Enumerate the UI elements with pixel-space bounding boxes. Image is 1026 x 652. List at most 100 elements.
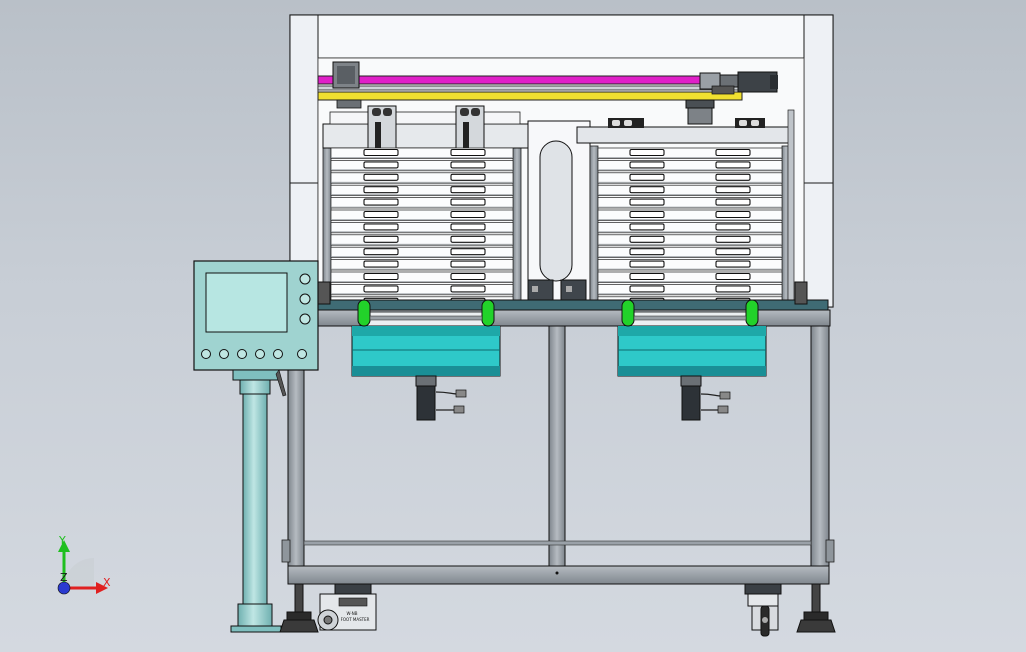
stacked-tray: [330, 172, 514, 184]
tray-handle: [363, 260, 399, 268]
tray-handle: [450, 223, 486, 231]
tray-handle: [629, 272, 665, 281]
tray-handle: [450, 161, 486, 169]
tray-handle: [629, 223, 665, 231]
tray-handle: [450, 186, 486, 194]
axis-label-z: Z: [60, 571, 68, 584]
tray-handle: [715, 186, 751, 194]
tray-handle: [715, 198, 751, 206]
caster-right: [744, 583, 782, 637]
leveling-foot-left: [279, 583, 319, 633]
tray-handle: [629, 260, 665, 268]
axis-label-y: Y: [58, 534, 66, 547]
tray-handle: [715, 223, 751, 231]
stacked-tray: [330, 222, 514, 234]
rail-end-block-left: [332, 61, 362, 109]
caster-label-bottom: FOOT MASTER: [341, 617, 370, 622]
panel-bottom-button[interactable]: [255, 349, 265, 359]
stacked-tray: [330, 271, 514, 283]
stacked-tray: [597, 209, 783, 221]
axis-label-x: X: [103, 576, 111, 589]
tray-handle: [715, 248, 751, 256]
tray-handle: [363, 272, 399, 281]
tray-handle: [629, 148, 665, 157]
panel-bottom-button[interactable]: [201, 349, 211, 359]
panel-side-button[interactable]: [299, 313, 311, 325]
tray-handle: [629, 248, 665, 256]
rail-drive-motor: [699, 71, 778, 95]
panel-support-post: [230, 369, 287, 633]
tray-handle: [450, 173, 486, 181]
tray-stack-left: [322, 105, 529, 308]
panel-bottom-button[interactable]: [237, 349, 247, 359]
panel-bottom-button[interactable]: [219, 349, 229, 359]
tray-handle: [450, 148, 486, 157]
tray-handle: [715, 173, 751, 181]
tray-handle: [363, 173, 399, 181]
panel-side-button[interactable]: [299, 273, 311, 285]
center-bracket: [527, 120, 591, 303]
stacked-tray: [597, 147, 783, 159]
panel-side-button[interactable]: [299, 293, 311, 305]
tray-handle: [450, 248, 486, 256]
stacked-tray: [597, 172, 783, 184]
tray-handle: [363, 235, 399, 243]
stacked-tray: [597, 222, 783, 234]
lift-motor-left: [415, 375, 467, 421]
stacked-tray: [330, 147, 514, 159]
stacked-tray: [597, 197, 783, 209]
tray-handle: [715, 285, 751, 293]
stacked-tray: [330, 184, 514, 196]
stacked-tray: [330, 246, 514, 258]
caster-left: W-NB FOOT MASTER: [317, 583, 377, 631]
tray-handle: [363, 186, 399, 194]
stacked-tray: [330, 259, 514, 271]
stacked-tray: [597, 284, 783, 296]
tray-handle: [363, 210, 399, 219]
tray-handle: [629, 173, 665, 181]
tray-handle: [715, 235, 751, 243]
touchscreen-control-panel-icon: [193, 260, 319, 371]
tray-handle: [715, 272, 751, 281]
lift-motor-right: [680, 375, 731, 421]
panel-bottom-button[interactable]: [273, 349, 283, 359]
stacked-tray: [330, 197, 514, 209]
stacked-tray: [597, 259, 783, 271]
tray-handle: [450, 272, 486, 281]
stacked-tray: [597, 184, 783, 196]
stacked-tray: [330, 160, 514, 172]
tray-handle: [363, 248, 399, 256]
stacked-tray: [330, 284, 514, 296]
stacked-tray: [597, 160, 783, 172]
leveling-foot-right: [796, 583, 836, 633]
stacked-tray: [597, 271, 783, 283]
tray-handle: [715, 161, 751, 169]
tray-handle: [363, 161, 399, 169]
tray-handle: [715, 210, 751, 219]
tray-handle: [363, 198, 399, 206]
tray-handle: [363, 285, 399, 293]
tray-handle: [450, 210, 486, 219]
tray-handle: [715, 260, 751, 268]
tray-handle: [450, 198, 486, 206]
stacked-tray: [597, 234, 783, 246]
coordinate-axis-triad: Y X Z: [57, 534, 111, 595]
stacked-tray: [597, 246, 783, 258]
tray-handle: [450, 285, 486, 293]
tray-handle: [363, 148, 399, 157]
panel-bottom-button[interactable]: [297, 349, 307, 359]
machine-drawing: W-NB FOOT MASTER Y X Z: [57, 14, 836, 637]
tray-handle: [715, 148, 751, 157]
tray-handle: [629, 285, 665, 293]
tray-handle: [629, 198, 665, 206]
tray-handle: [629, 161, 665, 169]
tray-handle: [629, 210, 665, 219]
caster-label-top: W-NB: [347, 611, 358, 616]
stacked-tray: [330, 234, 514, 246]
tray-handle: [450, 235, 486, 243]
stacked-tray: [330, 209, 514, 221]
tray-handle: [629, 186, 665, 194]
tray-handle: [629, 235, 665, 243]
tray-handle: [450, 260, 486, 268]
tray-handle: [363, 223, 399, 231]
